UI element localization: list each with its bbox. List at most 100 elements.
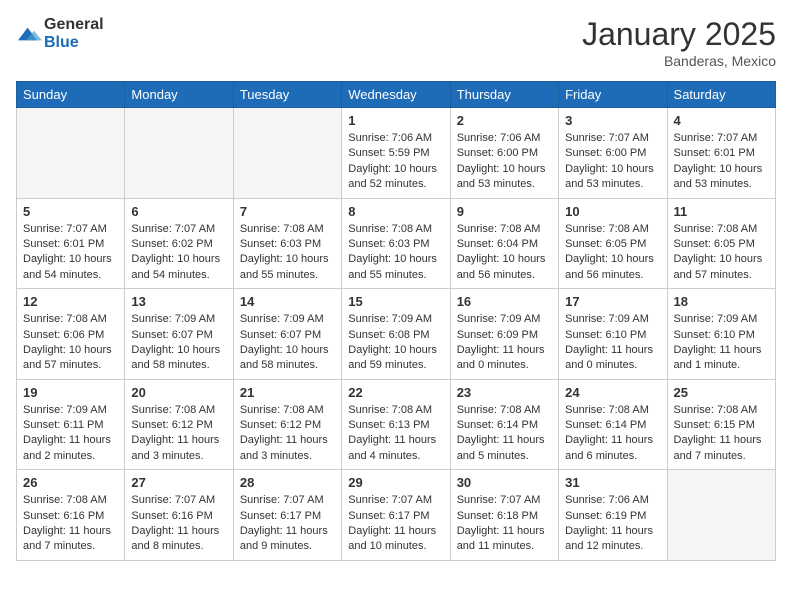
day-info: Sunrise: 7:06 AMSunset: 6:19 PMDaylight:… — [565, 493, 660, 555]
sunrise-text: Sunrise: 7:09 AM — [565, 312, 660, 327]
calendar-day: 26 Sunrise: 7:08 AMSunset: 6:16 PMDayligh… — [17, 470, 125, 561]
sunset-text: Sunset: 6:19 PM — [565, 509, 660, 524]
sunset-text: Sunset: 6:18 PM — [457, 509, 552, 524]
sunrise-text: Sunrise: 7:08 AM — [457, 403, 552, 418]
sunset-text: Sunset: 6:12 PM — [131, 418, 226, 433]
day-number: 26 — [23, 475, 118, 490]
header-wednesday: Wednesday — [342, 82, 450, 108]
sunset-text: Sunset: 6:04 PM — [457, 237, 552, 252]
sunrise-text: Sunrise: 7:07 AM — [457, 493, 552, 508]
daylight-text: Daylight: 11 hours and 8 minutes. — [131, 524, 226, 555]
day-info: Sunrise: 7:09 AMSunset: 6:10 PMDaylight:… — [674, 312, 769, 374]
sunset-text: Sunset: 6:03 PM — [240, 237, 335, 252]
sunrise-text: Sunrise: 7:08 AM — [23, 493, 118, 508]
day-info: Sunrise: 7:09 AMSunset: 6:07 PMDaylight:… — [240, 312, 335, 374]
day-info: Sunrise: 7:08 AMSunset: 6:04 PMDaylight:… — [457, 222, 552, 284]
calendar-week-row: 5Sunrise: 7:07 AMSunset: 6:01 PMDaylight… — [17, 198, 776, 289]
sunrise-text: Sunrise: 7:06 AM — [565, 493, 660, 508]
day-info: Sunrise: 7:09 AMSunset: 6:07 PMDaylight:… — [131, 312, 226, 374]
sunset-text: Sunset: 5:59 PM — [348, 146, 443, 161]
sunrise-text: Sunrise: 7:08 AM — [131, 403, 226, 418]
calendar-day: 3Sunrise: 7:07 AMSunset: 6:00 PMDaylight… — [559, 108, 667, 199]
day-number: 3 — [565, 113, 660, 128]
sunrise-text: Sunrise: 7:09 AM — [674, 312, 769, 327]
daylight-text: Daylight: 11 hours and 9 minutes. — [240, 524, 335, 555]
logo-general: General — [44, 16, 104, 33]
calendar-day: 4Sunrise: 7:07 AMSunset: 6:01 PMDaylight… — [667, 108, 775, 199]
day-number: 22 — [348, 385, 443, 400]
day-number: 20 — [131, 385, 226, 400]
calendar-header-row: Sunday Monday Tuesday Wednesday Thursday… — [17, 82, 776, 108]
header-sunday: Sunday — [17, 82, 125, 108]
sunset-text: Sunset: 6:10 PM — [565, 328, 660, 343]
day-number: 13 — [131, 294, 226, 309]
day-info: Sunrise: 7:08 AMSunset: 6:16 PMDaylight:… — [23, 493, 118, 555]
calendar-week-row: 1Sunrise: 7:06 AMSunset: 5:59 PMDaylight… — [17, 108, 776, 199]
daylight-text: Daylight: 10 hours and 54 minutes. — [131, 252, 226, 283]
calendar-day — [125, 108, 233, 199]
sunrise-text: Sunrise: 7:08 AM — [23, 312, 118, 327]
calendar-day: 28Sunrise: 7:07 AMSunset: 6:17 PMDayligh… — [233, 470, 341, 561]
day-info: Sunrise: 7:09 AMSunset: 6:11 PMDaylight:… — [23, 403, 118, 465]
day-number: 21 — [240, 385, 335, 400]
sunset-text: Sunset: 6:02 PM — [131, 237, 226, 252]
sunset-text: Sunset: 6:15 PM — [674, 418, 769, 433]
day-info: Sunrise: 7:09 AMSunset: 6:08 PMDaylight:… — [348, 312, 443, 374]
calendar-day: 12 Sunrise: 7:08 AMSunset: 6:06 PMDayligh… — [17, 289, 125, 380]
calendar-day: 14Sunrise: 7:09 AMSunset: 6:07 PMDayligh… — [233, 289, 341, 380]
header-friday: Friday — [559, 82, 667, 108]
day-info: Sunrise: 7:06 AMSunset: 6:00 PMDaylight:… — [457, 131, 552, 193]
day-number: 19 — [23, 385, 118, 400]
sunset-text: Sunset: 6:16 PM — [131, 509, 226, 524]
day-number: 2 — [457, 113, 552, 128]
sunrise-text: Sunrise: 7:07 AM — [131, 222, 226, 237]
daylight-text: Daylight: 11 hours and 7 minutes. — [23, 524, 118, 555]
daylight-text: Daylight: 11 hours and 2 minutes. — [23, 433, 118, 464]
sunset-text: Sunset: 6:17 PM — [348, 509, 443, 524]
calendar-week-row: 12 Sunrise: 7:08 AMSunset: 6:06 PMDayligh… — [17, 289, 776, 380]
calendar-day: 1Sunrise: 7:06 AMSunset: 5:59 PMDaylight… — [342, 108, 450, 199]
header-saturday: Saturday — [667, 82, 775, 108]
calendar-week-row: 19 Sunrise: 7:09 AMSunset: 6:11 PMDayligh… — [17, 379, 776, 470]
day-info: Sunrise: 7:08 AMSunset: 6:12 PMDaylight:… — [240, 403, 335, 465]
calendar-day: 22Sunrise: 7:08 AMSunset: 6:13 PMDayligh… — [342, 379, 450, 470]
sunrise-text: Sunrise: 7:09 AM — [23, 403, 118, 418]
day-info: Sunrise: 7:08 AMSunset: 6:15 PMDaylight:… — [674, 403, 769, 465]
daylight-text: Daylight: 10 hours and 59 minutes. — [348, 343, 443, 374]
day-number: 10 — [565, 204, 660, 219]
day-number: 12 — [23, 294, 118, 309]
calendar-day: 16Sunrise: 7:09 AMSunset: 6:09 PMDayligh… — [450, 289, 558, 380]
sunrise-text: Sunrise: 7:06 AM — [348, 131, 443, 146]
day-number: 6 — [131, 204, 226, 219]
sunset-text: Sunset: 6:12 PM — [240, 418, 335, 433]
calendar-day: 29Sunrise: 7:07 AMSunset: 6:17 PMDayligh… — [342, 470, 450, 561]
calendar-day: 7Sunrise: 7:08 AMSunset: 6:03 PMDaylight… — [233, 198, 341, 289]
day-number: 30 — [457, 475, 552, 490]
daylight-text: Daylight: 10 hours and 57 minutes. — [23, 343, 118, 374]
daylight-text: Daylight: 10 hours and 53 minutes. — [674, 162, 769, 193]
sunrise-text: Sunrise: 7:09 AM — [240, 312, 335, 327]
day-number: 31 — [565, 475, 660, 490]
sunrise-text: Sunrise: 7:07 AM — [674, 131, 769, 146]
calendar-day: 24Sunrise: 7:08 AMSunset: 6:14 PMDayligh… — [559, 379, 667, 470]
day-info: Sunrise: 7:08 AMSunset: 6:12 PMDaylight:… — [131, 403, 226, 465]
daylight-text: Daylight: 11 hours and 4 minutes. — [348, 433, 443, 464]
sunrise-text: Sunrise: 7:07 AM — [348, 493, 443, 508]
calendar-day — [17, 108, 125, 199]
daylight-text: Daylight: 11 hours and 3 minutes. — [240, 433, 335, 464]
day-number: 7 — [240, 204, 335, 219]
day-number: 9 — [457, 204, 552, 219]
day-number: 23 — [457, 385, 552, 400]
sunrise-text: Sunrise: 7:07 AM — [131, 493, 226, 508]
logo-blue: Blue — [44, 34, 79, 51]
title-block: January 2025 Banderas, Mexico — [582, 16, 776, 69]
sunrise-text: Sunrise: 7:07 AM — [240, 493, 335, 508]
day-info: Sunrise: 7:08 AMSunset: 6:06 PMDaylight:… — [23, 312, 118, 374]
day-info: Sunrise: 7:09 AMSunset: 6:10 PMDaylight:… — [565, 312, 660, 374]
day-number: 16 — [457, 294, 552, 309]
sunset-text: Sunset: 6:01 PM — [674, 146, 769, 161]
day-number: 24 — [565, 385, 660, 400]
header-thursday: Thursday — [450, 82, 558, 108]
calendar-day: 23Sunrise: 7:08 AMSunset: 6:14 PMDayligh… — [450, 379, 558, 470]
sunset-text: Sunset: 6:03 PM — [348, 237, 443, 252]
